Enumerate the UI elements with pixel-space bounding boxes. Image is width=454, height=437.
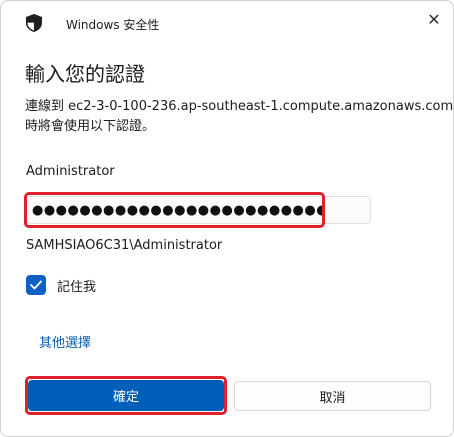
close-icon[interactable]: ✕ — [421, 8, 447, 30]
connection-description: 連線到 ec2-3-0-100-236.ap-southeast-1.compu… — [25, 97, 453, 137]
more-choices-link[interactable]: 其他選擇 — [39, 332, 91, 351]
title-bar: Windows 安全性 ✕ — [0, 0, 454, 46]
remember-me-label[interactable]: 記住我 — [57, 276, 96, 295]
cancel-button[interactable]: 取消 — [234, 381, 431, 411]
ok-highlight-box — [25, 376, 227, 415]
password-highlight-box — [24, 192, 325, 228]
username-label: Administrator — [26, 164, 115, 179]
remember-me-checkbox[interactable] — [26, 275, 46, 295]
dialog-heading: 輸入您的認證 — [25, 62, 145, 86]
window-title: Windows 安全性 — [66, 18, 160, 32]
description-line-1: 連線到 ec2-3-0-100-236.ap-southeast-1.compu… — [25, 99, 454, 114]
checkmark-icon — [30, 280, 42, 290]
description-line-2: 時將會使用以下認證。 — [25, 119, 156, 134]
domain-user-label: SAMHSIAO6C31\Administrator — [26, 238, 223, 253]
shield-icon — [26, 14, 42, 32]
